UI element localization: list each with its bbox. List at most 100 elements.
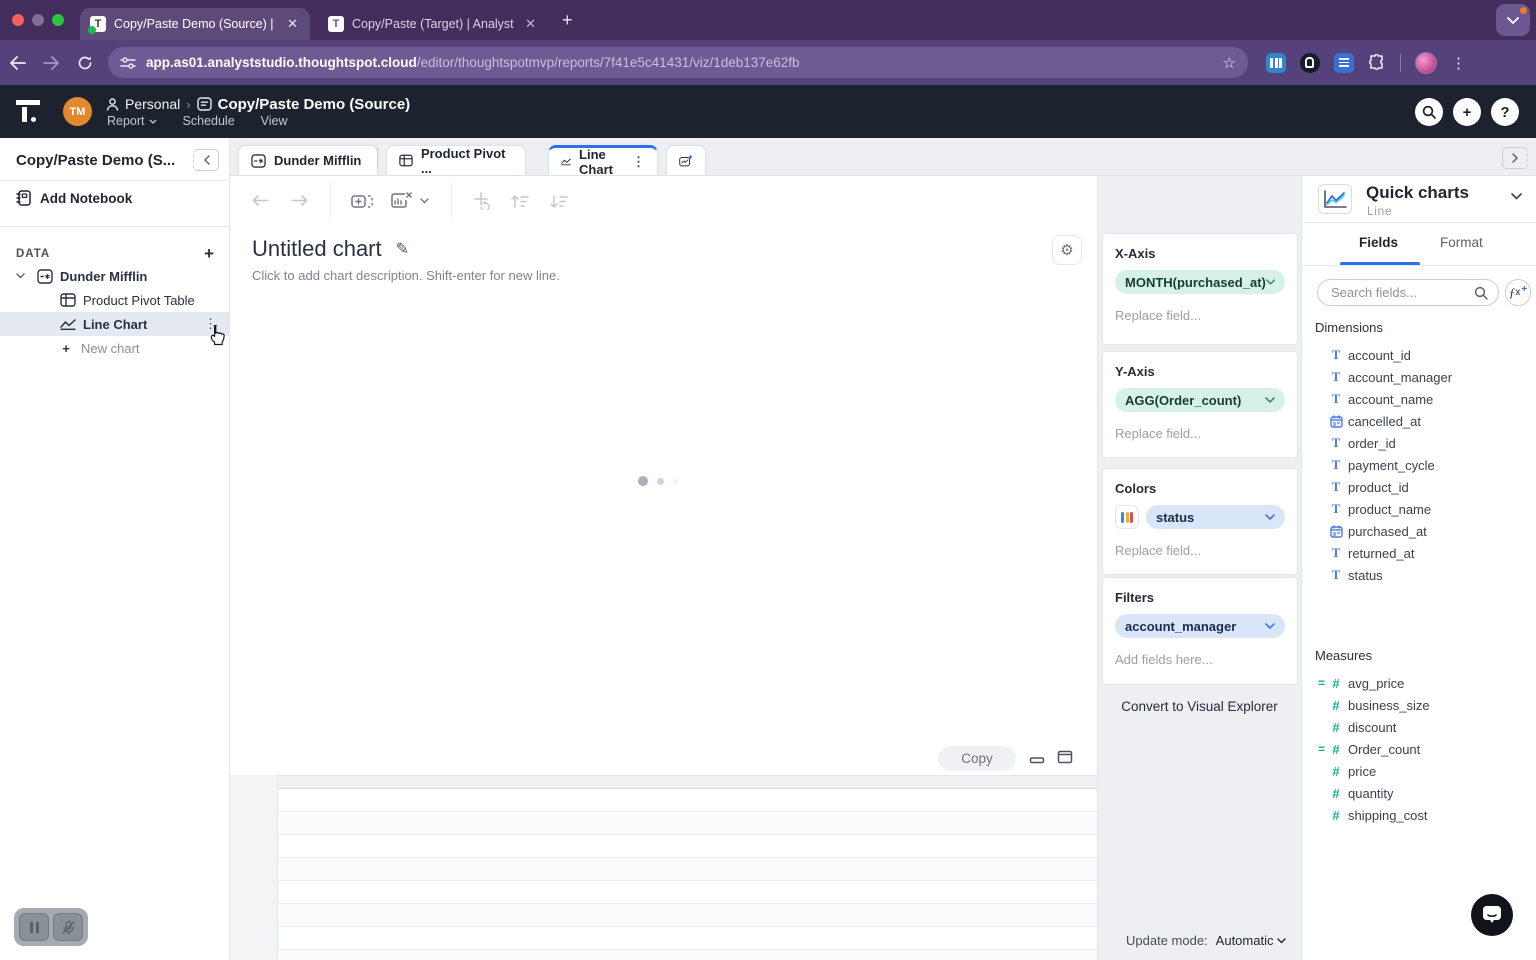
collapse-results-icon[interactable] — [1029, 750, 1045, 764]
color-palette-icon[interactable] — [1115, 505, 1139, 529]
viz-tab-product-pivot[interactable]: Product Pivot ... — [386, 145, 526, 175]
x-axis-field-pill[interactable]: MONTH(purchased_at) — [1115, 270, 1285, 294]
chevron-down-icon[interactable] — [420, 198, 429, 204]
tab-menu-icon[interactable]: ⋮ — [632, 154, 645, 170]
measure-field-row[interactable]: = # Order_count — [1302, 738, 1536, 760]
dimension-field-row[interactable]: T returned_at — [1302, 542, 1536, 564]
tab-fields[interactable]: Fields — [1359, 235, 1398, 250]
new-tab-button[interactable]: + — [562, 10, 573, 30]
help-button[interactable]: ? — [1491, 98, 1519, 126]
dimension-field-row[interactable]: T account_name — [1302, 388, 1536, 410]
minimize-window-button[interactable] — [32, 14, 44, 26]
results-table[interactable] — [230, 775, 1097, 960]
browser-profile-avatar[interactable] — [1415, 52, 1437, 74]
browser-tab-target[interactable]: T Copy/Paste (Target) | Analyst ✕ — [318, 8, 548, 40]
support-chat-button[interactable] — [1471, 894, 1513, 936]
edit-title-icon[interactable]: ✎ — [396, 239, 409, 259]
extensions-puzzle-icon[interactable] — [1368, 54, 1386, 72]
swap-axes-icon[interactable] — [472, 192, 490, 210]
search-fields-input[interactable] — [1331, 285, 1474, 300]
search-fields-box[interactable] — [1317, 279, 1499, 306]
dimension-field-row[interactable]: T status — [1302, 564, 1536, 586]
add-data-button[interactable]: + — [204, 244, 214, 264]
dimension-field-row[interactable]: T order_id — [1302, 432, 1536, 454]
update-mode-select[interactable]: Automatic — [1216, 933, 1287, 948]
chart-settings-button[interactable]: ⚙ — [1052, 235, 1082, 265]
search-button[interactable] — [1415, 98, 1443, 126]
sort-descending-icon[interactable] — [549, 194, 568, 209]
y-axis-field-pill[interactable]: AGG(Order_count) — [1115, 388, 1285, 412]
redo-icon[interactable] — [290, 195, 308, 207]
undo-icon[interactable] — [252, 195, 270, 207]
tab-format[interactable]: Format — [1440, 235, 1483, 250]
convert-to-visual-explorer-link[interactable]: Convert to Visual Explorer — [1098, 699, 1301, 714]
chart-description-placeholder[interactable]: Click to add chart description. Shift-en… — [252, 268, 560, 283]
collapse-sidebar-button[interactable] — [193, 149, 219, 171]
reload-icon[interactable] — [68, 55, 102, 71]
add-notebook-button[interactable]: Add Notebook — [16, 190, 132, 206]
bookmark-star-icon[interactable]: ☆ — [1223, 54, 1236, 72]
dimension-field-row[interactable]: T account_manager — [1302, 366, 1536, 388]
fullscreen-window-button[interactable] — [52, 14, 64, 26]
remove-chart-icon[interactable] — [391, 192, 413, 210]
expand-results-icon[interactable] — [1057, 750, 1073, 764]
close-window-button[interactable] — [12, 14, 24, 26]
dimension-field-row[interactable]: T payment_cycle — [1302, 454, 1536, 476]
sort-ascending-icon[interactable] — [510, 194, 529, 209]
measure-field-row[interactable]: = # avg_price — [1302, 672, 1536, 694]
browser-menu-chevron-button[interactable] — [1496, 4, 1530, 36]
viz-tab-line-chart[interactable]: Line Chart ⋮ — [548, 145, 658, 175]
address-bar[interactable]: app.as01.analyststudio.thoughtspot.cloud… — [108, 47, 1248, 78]
measure-field-row[interactable]: = # quantity — [1302, 782, 1536, 804]
browser-menu-icon[interactable]: ⋮ — [1451, 54, 1466, 72]
pause-recording-button[interactable] — [19, 913, 49, 941]
browser-tab-source[interactable]: T Copy/Paste Demo (Source) | / ✕ — [80, 8, 310, 40]
replace-field-dropzone[interactable]: Replace field... — [1115, 308, 1285, 323]
measure-field-row[interactable]: = # shipping_cost — [1302, 804, 1536, 826]
screen-recorder-widget[interactable] — [14, 908, 88, 946]
window-controls[interactable] — [12, 14, 64, 26]
filters-field-pill[interactable]: account_manager — [1115, 614, 1285, 638]
menu-view[interactable]: View — [261, 114, 288, 128]
add-formula-button[interactable]: ƒx+ — [1505, 279, 1531, 306]
forward-icon[interactable] — [34, 56, 68, 70]
measure-field-row[interactable]: = # discount — [1302, 716, 1536, 738]
close-tab-icon[interactable]: ✕ — [523, 16, 538, 32]
colors-field-pill[interactable]: status — [1146, 505, 1285, 529]
measure-field-row[interactable]: = # price — [1302, 760, 1536, 782]
dimension-field-row[interactable]: T product_id — [1302, 476, 1536, 498]
tree-item-line-chart[interactable]: Line Chart ⋮ — [0, 312, 229, 336]
privacy-extension-icon[interactable] — [1300, 53, 1320, 73]
chart-title[interactable]: Untitled chart — [252, 236, 382, 262]
dimension-field-row[interactable]: cancelled_at — [1302, 410, 1536, 432]
microphone-muted-button[interactable] — [53, 913, 83, 941]
site-controls-icon[interactable] — [120, 56, 136, 70]
back-icon[interactable] — [0, 56, 34, 70]
user-avatar[interactable]: TM — [63, 97, 92, 126]
replace-field-dropzone[interactable]: Replace field... — [1115, 426, 1285, 441]
new-viz-tab-button[interactable] — [666, 145, 706, 175]
list-extension-icon[interactable] — [1334, 53, 1354, 73]
measure-field-row[interactable]: = # business_size — [1302, 694, 1536, 716]
create-new-button[interactable]: + — [1453, 98, 1481, 126]
add-fields-dropzone[interactable]: Add fields here... — [1115, 652, 1285, 667]
duplicate-chart-icon[interactable] — [351, 192, 373, 210]
viz-tab-dunder-mifflin[interactable]: Dunder Mifflin — [238, 145, 378, 175]
quick-charts-selector[interactable]: Quick charts Line — [1302, 176, 1536, 223]
replace-field-dropzone[interactable]: Replace field... — [1115, 543, 1285, 558]
expand-panel-button[interactable] — [1502, 147, 1528, 169]
tree-item-pivot[interactable]: Product Pivot Table — [0, 288, 229, 312]
copy-button[interactable]: Copy — [938, 746, 1016, 771]
dimension-field-row[interactable]: T account_id — [1302, 344, 1536, 366]
menu-schedule[interactable]: Schedule — [183, 114, 235, 128]
breadcrumb-workspace[interactable]: Personal — [125, 96, 180, 112]
thoughtspot-logo-icon[interactable] — [15, 98, 42, 125]
chevron-down-icon[interactable] — [16, 273, 25, 279]
dimension-field-row[interactable]: T product_name — [1302, 498, 1536, 520]
report-title[interactable]: Copy/Paste Demo (Source) — [218, 96, 411, 113]
dimension-field-row[interactable]: purchased_at — [1302, 520, 1536, 542]
tree-item-source[interactable]: Dunder Mifflin — [0, 264, 229, 288]
menu-report[interactable]: Report — [107, 114, 157, 128]
tree-item-new-chart[interactable]: + New chart — [0, 336, 229, 360]
columns-extension-icon[interactable] — [1266, 53, 1286, 73]
